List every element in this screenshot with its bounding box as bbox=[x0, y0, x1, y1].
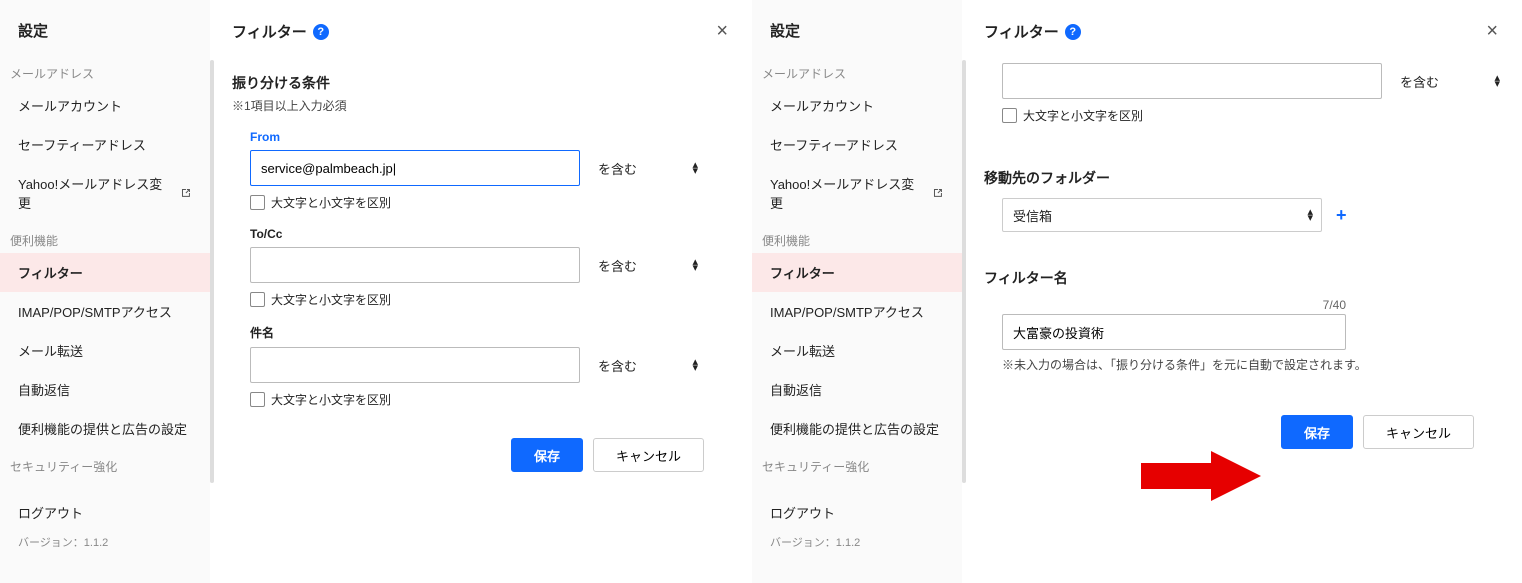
nav-safety-address[interactable]: セーフティーアドレス bbox=[752, 125, 962, 164]
nav-yahoo-address-change[interactable]: Yahoo!メールアドレス変更 bbox=[0, 164, 210, 222]
tocc-case-checkbox[interactable] bbox=[250, 292, 265, 307]
section-mail: メールアドレス bbox=[752, 55, 962, 86]
nav-yahoo-address-change[interactable]: Yahoo!メールアドレス変更 bbox=[752, 164, 962, 222]
required-note: ※1項目以上入力必須 bbox=[232, 97, 734, 124]
filtername-heading: フィルター名 bbox=[984, 238, 1504, 292]
nav-filter[interactable]: フィルター bbox=[752, 253, 962, 292]
tocc-case-label: 大文字と小文字を区別 bbox=[271, 291, 391, 308]
condition-case-label: 大文字と小文字を区別 bbox=[1023, 107, 1143, 124]
nav-imap-pop-smtp[interactable]: IMAP/POP/SMTPアクセス bbox=[752, 292, 962, 331]
sidebar-title: 設定 bbox=[752, 0, 962, 55]
chevron-updown-icon: ▴▾ bbox=[692, 259, 696, 271]
nav-autoreply[interactable]: 自動返信 bbox=[0, 370, 210, 409]
filtername-input[interactable] bbox=[1002, 314, 1346, 350]
nav-forwarding[interactable]: メール転送 bbox=[752, 331, 962, 370]
save-button[interactable]: 保存 bbox=[1281, 415, 1353, 449]
version-label: バージョン：1.1.2 bbox=[752, 532, 962, 560]
nav-autoreply[interactable]: 自動返信 bbox=[752, 370, 962, 409]
subject-case-label: 大文字と小文字を区別 bbox=[271, 391, 391, 408]
from-label: From bbox=[250, 130, 734, 150]
help-icon[interactable]: ? bbox=[313, 24, 329, 40]
from-case-checkbox[interactable] bbox=[250, 195, 265, 210]
nav-logout[interactable]: ログアウト bbox=[0, 493, 210, 532]
chevron-updown-icon: ▴▾ bbox=[1307, 209, 1311, 221]
section-utility: 便利機能 bbox=[752, 222, 962, 253]
filtername-note: ※未入力の場合は、「振り分ける条件」を元に自動で設定されます。 bbox=[1002, 350, 1504, 373]
section-security: セキュリティー強化 bbox=[752, 448, 962, 479]
subject-case-checkbox[interactable] bbox=[250, 392, 265, 407]
nav-forwarding[interactable]: メール転送 bbox=[0, 331, 210, 370]
chevron-updown-icon: ▴▾ bbox=[1494, 75, 1498, 87]
nav-mail-account[interactable]: メールアカウント bbox=[0, 86, 210, 125]
sidebar-title: 設定 bbox=[0, 0, 210, 55]
nav-ads-settings[interactable]: 便利機能の提供と広告の設定 bbox=[752, 409, 962, 448]
help-icon[interactable]: ? bbox=[1065, 24, 1081, 40]
settings-sidebar-right: 設定 メールアドレス メールアカウント セーフティーアドレス Yahoo!メール… bbox=[752, 0, 962, 583]
folder-heading: 移動先のフォルダー bbox=[984, 134, 1504, 192]
section-utility: 便利機能 bbox=[0, 222, 210, 253]
save-button[interactable]: 保存 bbox=[511, 438, 583, 472]
close-icon[interactable]: × bbox=[1480, 18, 1504, 45]
subject-match-select[interactable]: を含む ▴▾ bbox=[592, 349, 702, 381]
external-link-icon bbox=[932, 187, 944, 199]
from-case-label: 大文字と小文字を区別 bbox=[271, 194, 391, 211]
nav-safety-address[interactable]: セーフティーアドレス bbox=[0, 125, 210, 164]
nav-logout[interactable]: ログアウト bbox=[752, 493, 962, 532]
tocc-label: To/Cc bbox=[250, 227, 734, 247]
panel-title: フィルター bbox=[984, 21, 1059, 42]
cancel-button[interactable]: キャンセル bbox=[1363, 415, 1474, 449]
section-mail: メールアドレス bbox=[0, 55, 210, 86]
condition-case-checkbox[interactable] bbox=[1002, 108, 1017, 123]
add-folder-icon[interactable]: + bbox=[1336, 205, 1347, 226]
filter-panel-right: フィルター ? × を含む ▴▾ 大文字と小文字を区別 移動先のフォルダー 受信… bbox=[966, 0, 1522, 583]
arrow-right-icon bbox=[1141, 451, 1261, 501]
settings-sidebar-left: 設定 メールアドレス メールアカウント セーフティーアドレス Yahoo!メール… bbox=[0, 0, 210, 583]
cancel-button[interactable]: キャンセル bbox=[593, 438, 704, 472]
filter-panel-left: フィルター ? × 振り分ける条件 ※1項目以上入力必須 From を含む ▴▾… bbox=[214, 0, 752, 583]
name-counter: 7/40 bbox=[1002, 298, 1346, 314]
subject-label: 件名 bbox=[250, 324, 734, 347]
from-match-select[interactable]: を含む ▴▾ bbox=[592, 152, 702, 184]
nav-mail-account[interactable]: メールアカウント bbox=[752, 86, 962, 125]
section-security: セキュリティー強化 bbox=[0, 448, 210, 479]
chevron-updown-icon: ▴▾ bbox=[692, 162, 696, 174]
nav-filter[interactable]: フィルター bbox=[0, 253, 210, 292]
from-input[interactable] bbox=[250, 150, 580, 186]
tocc-input[interactable] bbox=[250, 247, 580, 283]
condition-match-select[interactable]: を含む ▴▾ bbox=[1394, 65, 1504, 97]
conditions-heading: 振り分ける条件 bbox=[232, 53, 734, 97]
external-link-icon bbox=[180, 187, 192, 199]
nav-ads-settings[interactable]: 便利機能の提供と広告の設定 bbox=[0, 409, 210, 448]
tocc-match-select[interactable]: を含む ▴▾ bbox=[592, 249, 702, 281]
folder-select[interactable]: 受信箱 ▴▾ bbox=[1002, 198, 1322, 232]
condition-input[interactable] bbox=[1002, 63, 1382, 99]
nav-imap-pop-smtp[interactable]: IMAP/POP/SMTPアクセス bbox=[0, 292, 210, 331]
subject-input[interactable] bbox=[250, 347, 580, 383]
panel-title: フィルター bbox=[232, 21, 307, 42]
version-label: バージョン：1.1.2 bbox=[0, 532, 210, 560]
close-icon[interactable]: × bbox=[710, 18, 734, 45]
chevron-updown-icon: ▴▾ bbox=[692, 359, 696, 371]
